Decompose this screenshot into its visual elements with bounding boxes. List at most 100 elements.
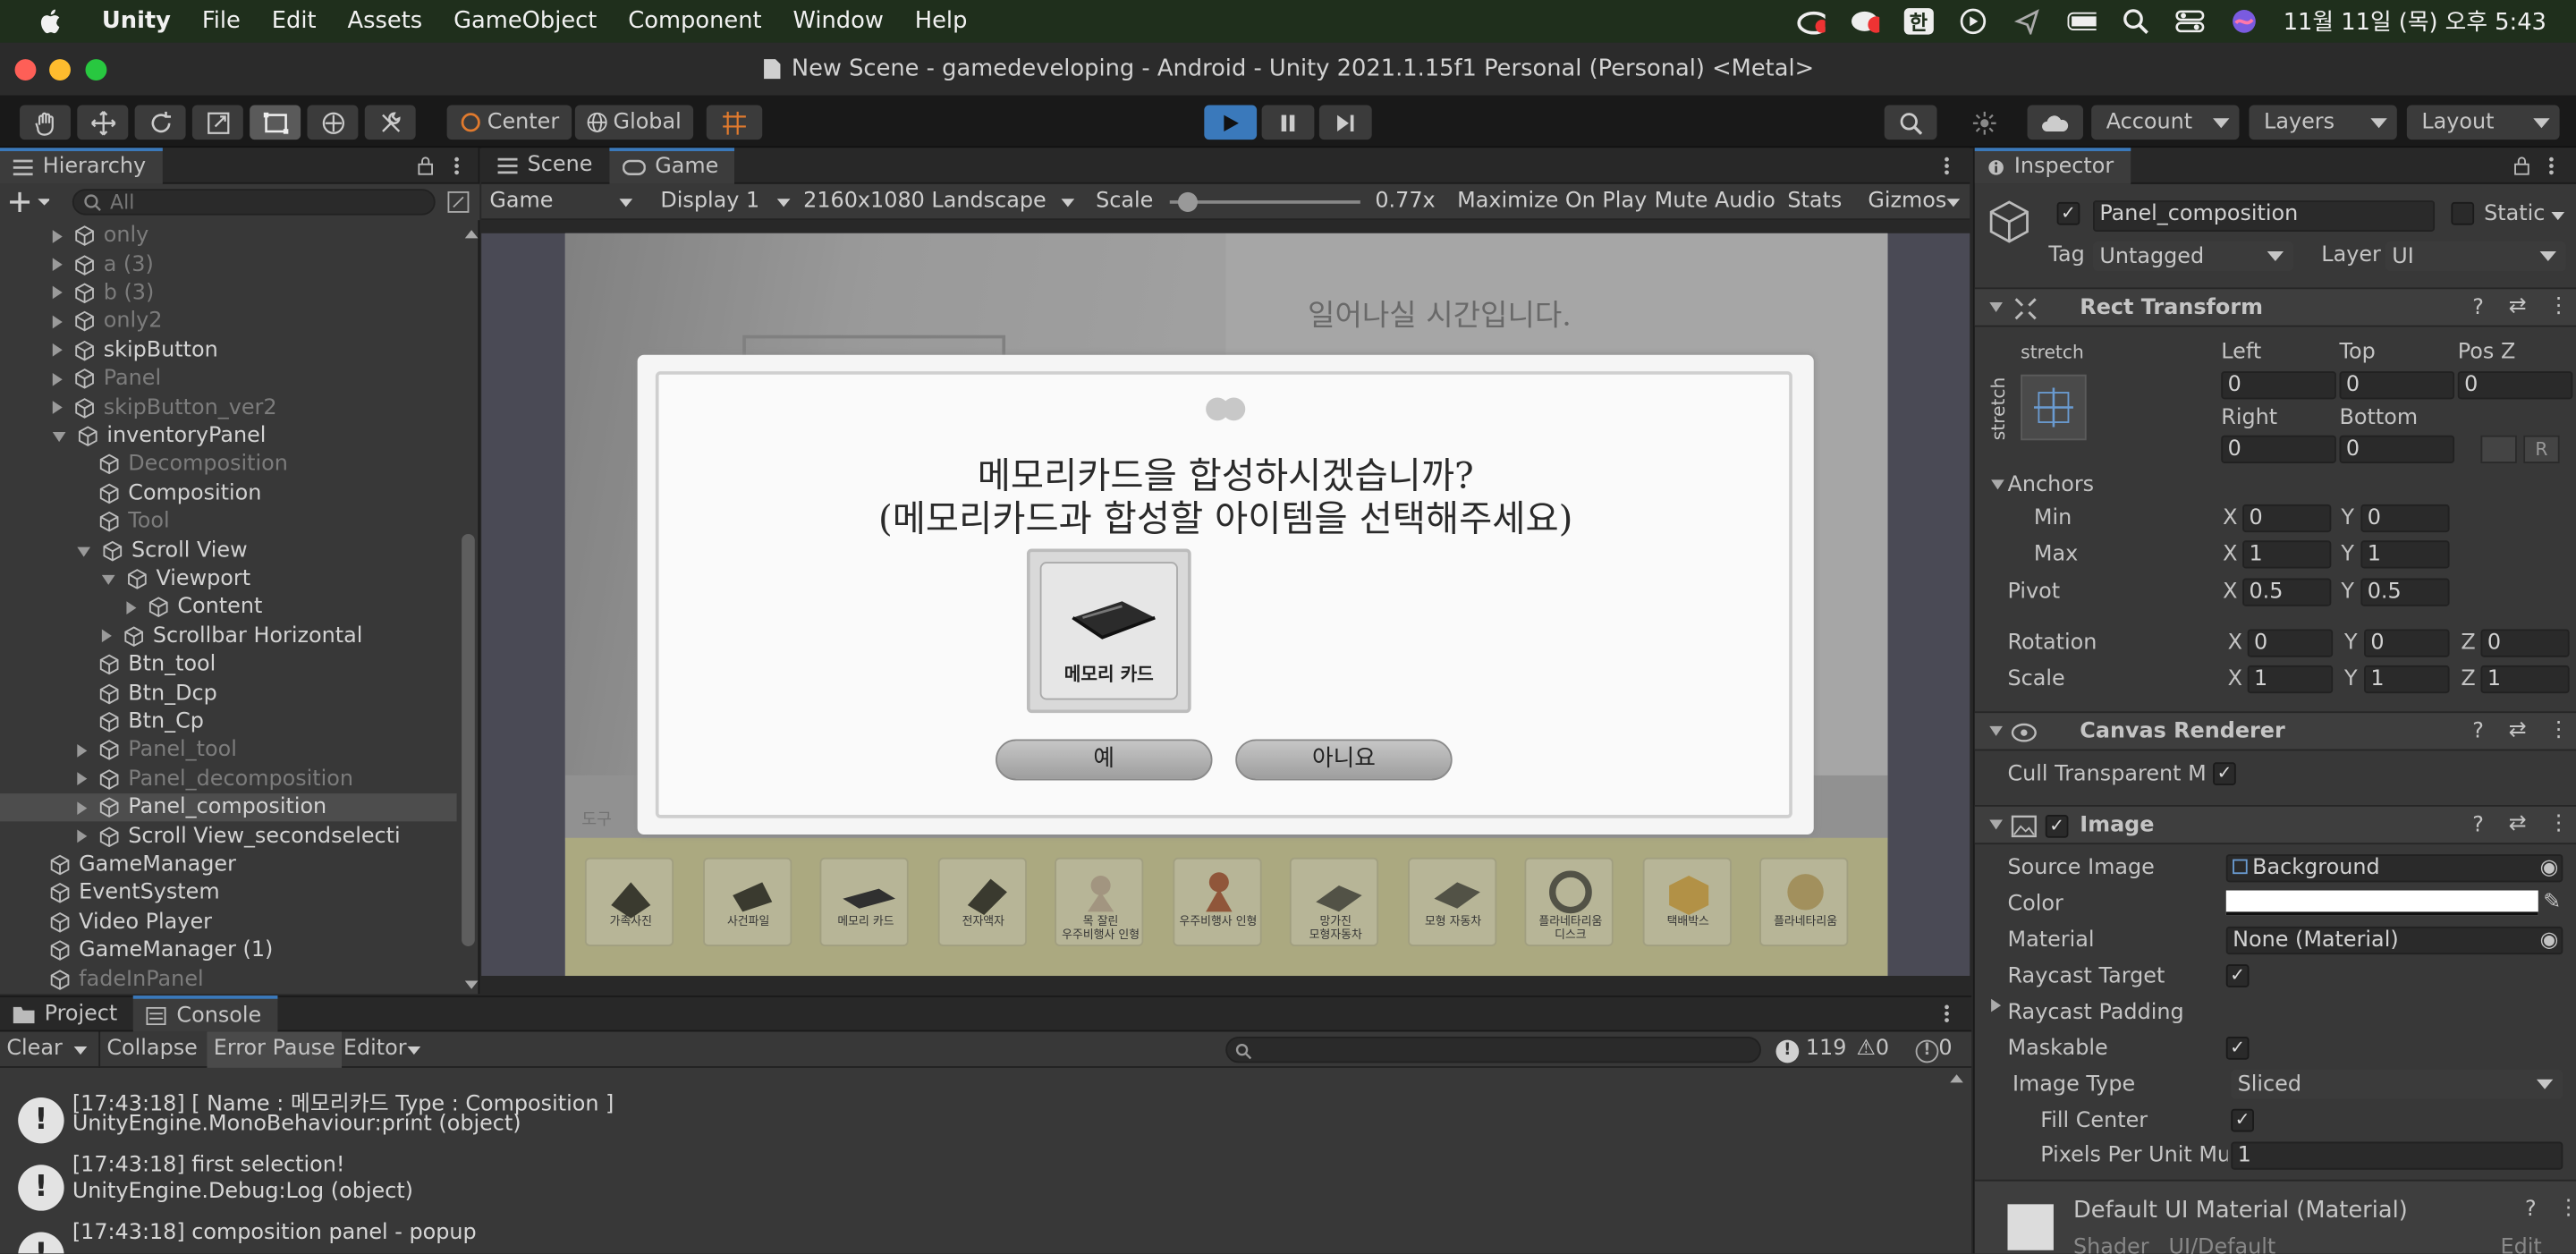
object-picker-icon[interactable]: ◉: [2540, 928, 2559, 953]
raw-edit-button[interactable]: R: [2523, 435, 2560, 463]
edit-shader-button[interactable]: Edit: [2501, 1235, 2542, 1254]
chat-icon[interactable]: [1850, 8, 1879, 34]
scene-visibility-icon[interactable]: [447, 191, 470, 214]
pause-button[interactable]: [1261, 105, 1315, 140]
hierarchy-row[interactable]: skipButton: [0, 336, 457, 365]
display-dropdown[interactable]: Display 1: [652, 184, 793, 220]
step-button[interactable]: [1318, 105, 1372, 140]
object-picker-icon[interactable]: ◉: [2540, 856, 2559, 881]
image-enabled-checkbox[interactable]: ✓: [2045, 815, 2069, 838]
input-source-indicator[interactable]: 한: [1903, 8, 1934, 35]
tab-inspector[interactable]: Inspector: [1974, 147, 2131, 183]
object-name-input[interactable]: Panel_composition: [2093, 200, 2436, 232]
clear-button[interactable]: Clear: [6, 1037, 62, 1062]
account-dropdown[interactable]: Account: [2091, 105, 2240, 140]
hierarchy-row[interactable]: Tool: [0, 508, 457, 537]
selected-item-slot[interactable]: 메모리 카드: [1026, 548, 1191, 714]
help-icon[interactable]: ?: [2472, 813, 2484, 838]
collab-button[interactable]: [1963, 106, 2006, 140]
collapsed-arrow-icon[interactable]: [52, 229, 63, 243]
siri-icon[interactable]: [2229, 8, 2258, 34]
hierarchy-search-input[interactable]: All: [72, 189, 436, 216]
static-chevron-down-icon[interactable]: [2551, 211, 2565, 221]
zoom-window-button[interactable]: [85, 59, 107, 81]
console-log-entry[interactable]: ! [17:43:18] [ Name : 메모리카드 Type : Compos…: [0, 1084, 1938, 1151]
lock-icon[interactable]: [416, 156, 436, 175]
creative-cloud-icon[interactable]: [1795, 8, 1826, 35]
transform-tool-button[interactable]: [307, 105, 359, 140]
log-count-toggle[interactable]: ! 119: [1775, 1037, 1846, 1063]
hierarchy-row[interactable]: Video Player: [0, 908, 457, 936]
console-log-entry[interactable]: ! [17:43:18] composition panel - popup: [0, 1219, 1938, 1254]
kebab-menu-icon[interactable]: ⋮: [2548, 811, 2570, 836]
paper-plane-icon[interactable]: [2012, 8, 2042, 35]
tag-dropdown[interactable]: Untagged: [2093, 241, 2294, 272]
anchor-min-x-input[interactable]: 0: [2242, 504, 2332, 533]
image-type-dropdown[interactable]: Sliced: [2231, 1069, 2563, 1099]
collapse-arrow-icon[interactable]: [1989, 819, 2003, 830]
minimize-window-button[interactable]: [49, 59, 71, 81]
help-icon[interactable]: ?: [2472, 296, 2484, 321]
presets-icon[interactable]: ⇄: [2509, 718, 2527, 743]
hierarchy-row[interactable]: Panel: [0, 365, 457, 394]
rotation-x-input[interactable]: 0: [2247, 629, 2334, 657]
scroll-up-icon[interactable]: [1950, 1074, 1963, 1083]
collapsed-arrow-icon[interactable]: [77, 829, 88, 843]
scroll-up-icon[interactable]: [464, 230, 479, 239]
hierarchy-row[interactable]: Scroll View_secondselecti: [0, 822, 457, 851]
lock-icon[interactable]: [2512, 156, 2531, 175]
canvas-renderer-header[interactable]: Canvas Renderer ? ⇄ ⋮: [1974, 711, 2576, 751]
collapsed-arrow-icon[interactable]: [52, 286, 63, 301]
menu-file[interactable]: File: [202, 8, 241, 34]
pixels-per-unit-input[interactable]: 1: [2231, 1141, 2563, 1170]
hierarchy-row[interactable]: GameManager (1): [0, 936, 457, 965]
apple-icon[interactable]: [36, 6, 65, 36]
collapsed-arrow-icon[interactable]: [52, 372, 63, 386]
tab-project[interactable]: Project: [0, 996, 134, 1031]
collapse-arrow-icon[interactable]: [1989, 725, 2003, 736]
clear-options-chevron-icon[interactable]: [73, 1046, 88, 1055]
hierarchy-row[interactable]: Btn_tool: [0, 650, 457, 679]
scroll-down-icon[interactable]: [464, 980, 479, 989]
kebab-menu-icon[interactable]: [453, 156, 460, 175]
hierarchy-row[interactable]: Scroll View: [0, 536, 457, 564]
raycast-target-checkbox[interactable]: ✓: [2225, 964, 2250, 987]
hierarchy-row[interactable]: Composition: [0, 479, 457, 508]
right-input[interactable]: 0: [2221, 435, 2336, 463]
maskable-checkbox[interactable]: ✓: [2225, 1036, 2250, 1060]
material-field[interactable]: None (Material): [2225, 926, 2563, 955]
hierarchy-row[interactable]: EventSystem: [0, 879, 457, 908]
help-icon[interactable]: ?: [2525, 1198, 2537, 1223]
resolution-dropdown[interactable]: 2160x1080 Landscape: [797, 184, 1080, 220]
play-button[interactable]: [1204, 105, 1258, 140]
scale-x-input[interactable]: 1: [2247, 665, 2334, 694]
rect-transform-header[interactable]: Rect Transform ? ⇄ ⋮: [1974, 287, 2576, 327]
anchor-max-x-input[interactable]: 1: [2242, 540, 2332, 569]
pivot-y-input[interactable]: 0.5: [2360, 578, 2450, 606]
menubar-clock[interactable]: 11월 11일 (목) 오후 5:43: [2284, 5, 2546, 38]
no-button[interactable]: 아니요: [1235, 739, 1453, 781]
collapsed-arrow-icon[interactable]: [52, 258, 63, 272]
menu-app-unity[interactable]: Unity: [102, 8, 171, 34]
expanded-arrow-icon[interactable]: [52, 432, 66, 443]
tab-scene[interactable]: Scene: [481, 147, 609, 182]
hierarchy-scroll-thumb[interactable]: [462, 533, 475, 946]
menu-gameobject[interactable]: GameObject: [453, 8, 597, 34]
shader-value[interactable]: UI/Default: [2168, 1235, 2275, 1254]
hierarchy-row[interactable]: Viewport: [0, 564, 457, 593]
hierarchy-row[interactable]: fadeInPanel: [0, 965, 457, 994]
cull-transparent-checkbox[interactable]: ✓: [2213, 762, 2236, 785]
control-center-icon[interactable]: [2174, 8, 2204, 34]
grid-snap-button[interactable]: [706, 105, 763, 140]
eyedropper-icon[interactable]: ✎: [2543, 891, 2561, 916]
rect-tool-button[interactable]: [250, 105, 301, 140]
collapsed-arrow-icon[interactable]: [77, 772, 88, 786]
pivot-x-input[interactable]: 0.5: [2242, 578, 2332, 606]
pivot-space-toggle[interactable]: Global: [574, 105, 694, 140]
add-object-icon[interactable]: [10, 191, 50, 214]
image-component-header[interactable]: ✓ Image ? ⇄ ⋮: [1974, 805, 2576, 845]
anchors-collapse-arrow-icon[interactable]: [1991, 479, 2004, 490]
yes-button[interactable]: 예: [996, 739, 1213, 781]
collapsed-arrow-icon[interactable]: [126, 601, 137, 614]
gizmos-chevron-down-icon[interactable]: [1946, 199, 1961, 208]
